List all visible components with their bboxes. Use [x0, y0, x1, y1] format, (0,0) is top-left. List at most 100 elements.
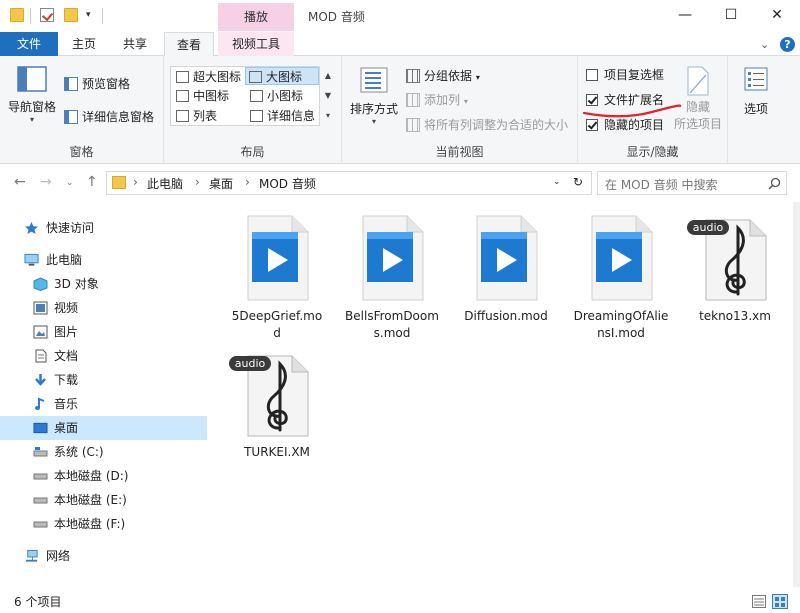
file-name: BellsFromDooms.mod — [345, 309, 439, 340]
layout-details[interactable]: 详细信息 — [247, 107, 315, 125]
details-view-icon[interactable] — [752, 595, 766, 608]
file-item[interactable]: DreamingOfAliensI.mod — [573, 204, 669, 344]
file-name: tekno13.xm — [699, 309, 771, 323]
layout-extra-large-icons[interactable]: 超大图标 — [173, 68, 241, 86]
small-icons-icon — [250, 90, 263, 102]
new-folder-icon[interactable] — [64, 8, 78, 22]
breadcrumb-separator[interactable]: › — [195, 175, 200, 189]
drive-icon — [33, 473, 48, 480]
fit-columns-button[interactable]: 将所有列调整为合适的大小 — [404, 115, 568, 135]
nav-pictures[interactable]: 图片 — [0, 320, 207, 344]
nav-documents[interactable]: 文档 — [0, 344, 207, 368]
options-button[interactable]: 选项 — [732, 66, 780, 117]
sort-by-button[interactable]: 排序方式 ▾ — [348, 66, 400, 126]
expand-gallery-icon[interactable]: ▾ — [321, 106, 335, 126]
recent-locations-icon[interactable]: ⌄ — [66, 178, 74, 188]
hidden-items-label: 隐藏的项目 — [604, 118, 665, 132]
chevron-down-icon[interactable]: ▼ — [321, 86, 335, 106]
breadcrumb-separator[interactable]: › — [245, 175, 250, 189]
preview-pane-button[interactable]: 预览窗格 — [62, 74, 130, 94]
address-dropdown-icon[interactable]: ⌄ — [553, 177, 561, 187]
details-pane-label: 详细信息窗格 — [82, 110, 155, 124]
nav-quick-access[interactable]: 快速访问 — [0, 216, 207, 240]
nav-videos[interactable]: 视频 — [0, 296, 207, 320]
nav-drive-d[interactable]: 本地磁盘 (D:) — [0, 464, 207, 488]
add-column-label: 添加列 — [424, 93, 461, 107]
breadcrumb-separator[interactable]: › — [133, 175, 138, 189]
ribbon-group-current-view: 排序方式 ▾ 分组依据 ▾ 添加列 ▾ 将所有列调整为合适的大小 当前视图 — [342, 56, 578, 164]
close-button[interactable]: ✕ — [754, 0, 800, 30]
layout-item-label: 小图标 — [267, 89, 304, 103]
nav-label: 本地磁盘 (E:) — [54, 493, 127, 507]
refresh-icon[interactable]: ↻ — [573, 175, 583, 189]
breadcrumb-desktop[interactable]: 桌面 — [209, 175, 233, 192]
layout-small-icons[interactable]: 小图标 — [247, 87, 303, 105]
nav-drive-e[interactable]: 本地磁盘 (E:) — [0, 488, 207, 512]
vertical-scrollbar[interactable] — [793, 202, 800, 587]
layout-item-label: 超大图标 — [193, 70, 242, 84]
layout-gallery-scroll[interactable]: ▲ ▼ ▾ — [321, 66, 335, 126]
help-icon[interactable]: ? — [780, 37, 795, 52]
layout-list[interactable]: 列表 — [173, 107, 217, 125]
nav-desktop[interactable]: 桌面 — [0, 416, 207, 440]
chevron-up-icon[interactable]: ▲ — [321, 66, 335, 86]
file-item[interactable]: BellsFromDooms.mod — [344, 204, 440, 344]
hidden-items-checkbox[interactable] — [586, 119, 598, 131]
group-by-button[interactable]: 分组依据 ▾ — [404, 66, 480, 86]
breadcrumb-this-pc[interactable]: 此电脑 — [147, 175, 183, 192]
add-column-button[interactable]: 添加列 ▾ — [404, 90, 468, 110]
file-item[interactable]: audio tekno13.xm — [687, 204, 783, 344]
tab-view[interactable]: 查看 — [164, 32, 214, 57]
drive-icon — [33, 497, 48, 504]
collapse-ribbon-icon[interactable]: ⌄ — [760, 38, 769, 51]
search-icon[interactable] — [768, 177, 781, 190]
nav-this-pc[interactable]: 此电脑 — [0, 248, 207, 272]
layout-item-label: 详细信息 — [267, 109, 316, 123]
layout-medium-icons[interactable]: 中图标 — [173, 87, 229, 105]
nav-drive-f[interactable]: 本地磁盘 (F:) — [0, 512, 207, 536]
chevron-down-icon: ▾ — [463, 97, 468, 106]
download-icon — [35, 374, 46, 386]
address-bar[interactable]: › 此电脑 › 桌面 › MOD 音频 ⌄ ↻ — [106, 171, 592, 195]
nav-drive-c[interactable]: 系统 (C:) — [0, 440, 207, 464]
maximize-button[interactable]: ☐ — [708, 0, 754, 30]
quick-access-dropdown-icon[interactable]: ▾ — [86, 10, 91, 20]
large-icons-view-icon[interactable] — [772, 594, 788, 609]
desktop-icon — [33, 422, 48, 434]
details-pane-button[interactable]: 详细信息窗格 — [62, 107, 154, 127]
file-name: TURKEI.XM — [244, 445, 310, 459]
video-file-icon — [591, 215, 653, 301]
file-item[interactable]: 5DeepGrief.mod — [229, 204, 325, 344]
minimize-button[interactable]: — — [662, 0, 708, 30]
nav-3d-objects[interactable]: 3D 对象 — [0, 272, 207, 296]
tab-file[interactable]: 文件 — [0, 32, 58, 56]
hide-selected-icon — [687, 66, 709, 96]
nav-music[interactable]: 音乐 — [0, 392, 207, 416]
breadcrumb-current[interactable]: MOD 音频 — [259, 175, 316, 192]
up-icon[interactable]: ↑ — [86, 174, 98, 190]
file-item[interactable]: audio TURKEI.XM — [229, 340, 325, 470]
nav-network[interactable]: 网络 — [0, 544, 207, 568]
title-bar: ▾ 播放 MOD 音频 — ☐ ✕ — [0, 0, 800, 32]
properties-icon[interactable] — [40, 8, 54, 22]
layout-large-icons[interactable]: 大图标 — [245, 67, 319, 85]
search-box[interactable]: 在 MOD 音频 中搜索 — [597, 171, 787, 195]
file-item[interactable]: Diffusion.mod — [458, 204, 554, 344]
tab-share[interactable]: 共享 — [112, 32, 158, 56]
audio-badge: audio — [687, 220, 729, 235]
context-tab-header[interactable]: 播放 — [218, 3, 294, 31]
nav-label: 本地磁盘 (F:) — [54, 517, 126, 531]
item-checkboxes-toggle[interactable]: 项目复选框 — [584, 65, 664, 85]
tab-home[interactable]: 主页 — [62, 32, 106, 56]
hidden-items-toggle[interactable]: 隐藏的项目 — [584, 115, 664, 135]
tab-video-tools[interactable]: 视频工具 — [218, 32, 294, 56]
video-icon — [33, 301, 48, 315]
forward-icon[interactable]: → — [40, 174, 52, 190]
hide-selected-button[interactable]: 隐藏 所选项目 — [670, 66, 726, 132]
navigation-pane-button[interactable]: 导航窗格 ▾ — [6, 66, 58, 124]
system-drive-icon — [33, 447, 48, 457]
navigation-pane: 快速访问 此电脑 3D 对象 视频 图片 文档 下载 音乐 桌面 系统 (C:)… — [0, 202, 207, 587]
item-checkboxes-checkbox[interactable] — [586, 69, 598, 81]
nav-downloads[interactable]: 下载 — [0, 368, 207, 392]
back-icon[interactable]: ← — [14, 174, 26, 190]
